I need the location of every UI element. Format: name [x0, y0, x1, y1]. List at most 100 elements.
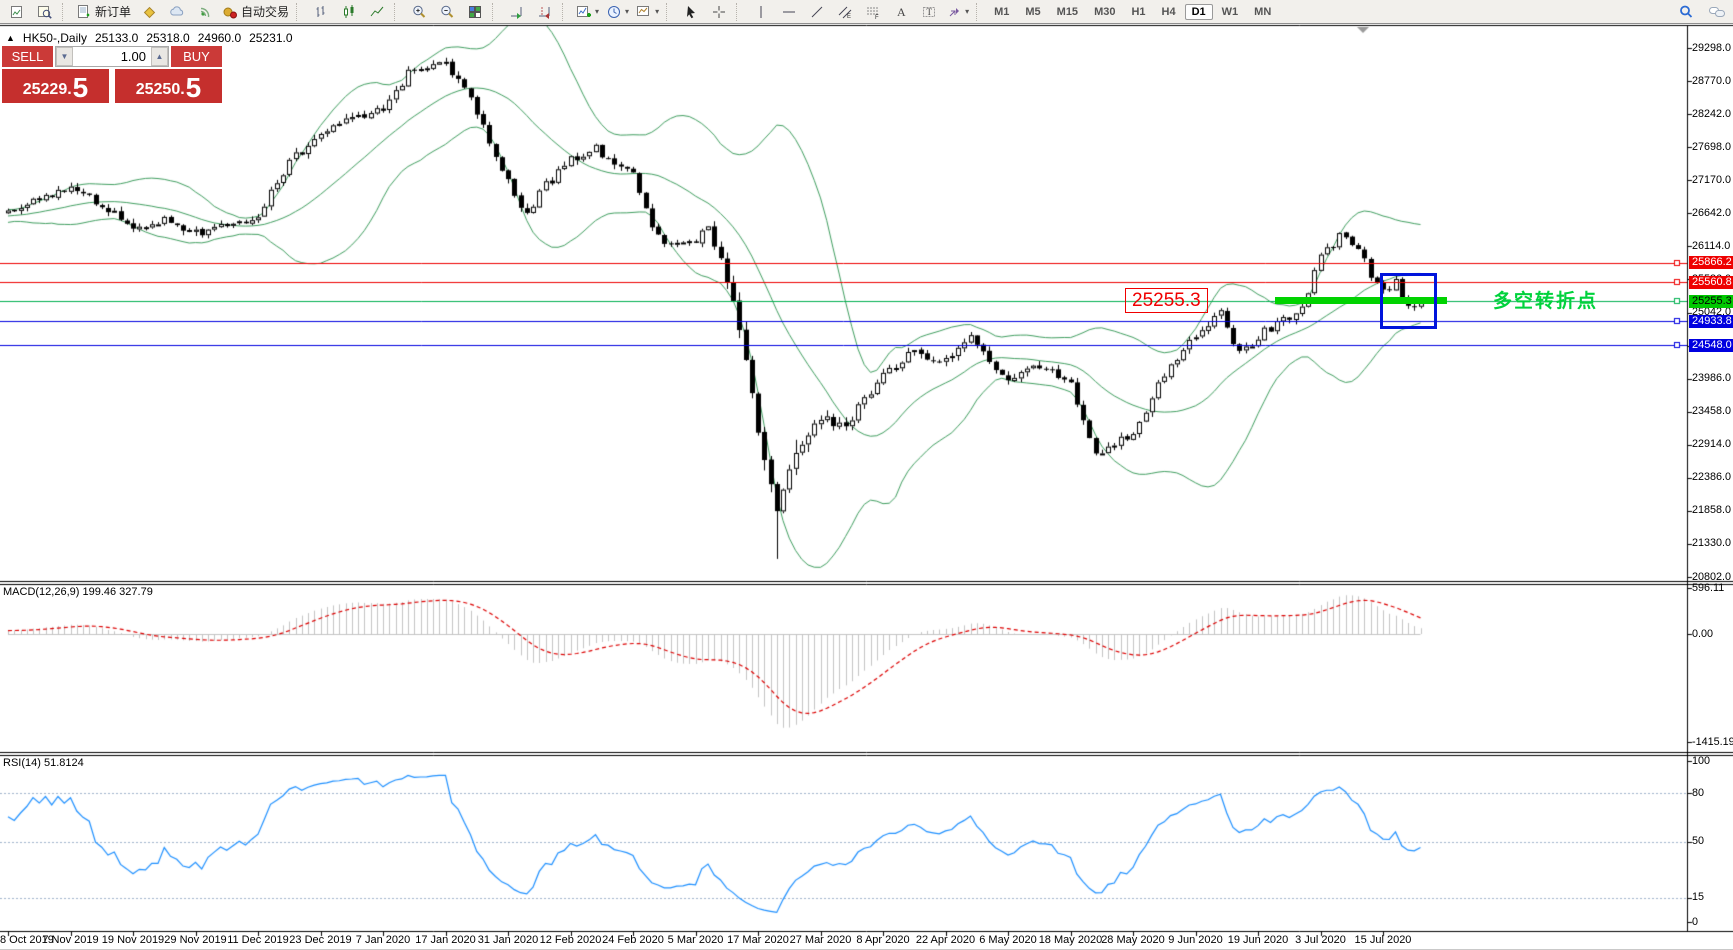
consolidation-box[interactable] [1379, 273, 1437, 329]
timeframe-m5[interactable]: M5 [1018, 4, 1047, 20]
chat-icon [1708, 6, 1725, 17]
fibonacci-button[interactable]: F [859, 1, 886, 23]
macd-axis-tick-label: 0.00 [1692, 627, 1714, 640]
volume-control: ▼ ▲ [55, 46, 169, 67]
new-chart-button[interactable] [3, 1, 30, 23]
tile-windows-button[interactable] [461, 1, 488, 23]
cursor-button[interactable] [677, 1, 704, 23]
one-click-trade-panel: SELL ▼ ▲ BUY 25229. 5 25250. 5 [2, 46, 222, 103]
indicators-icon [577, 5, 592, 17]
timeframe-m1[interactable]: M1 [987, 4, 1016, 20]
periods-button[interactable]: ▾ [603, 1, 632, 23]
timeframe-mn[interactable]: MN [1247, 4, 1278, 20]
sell-price[interactable]: 25229. 5 [2, 69, 109, 103]
trendline-icon [811, 6, 822, 17]
date-axis-label: 15 Jul 2020 [1354, 934, 1412, 946]
mt4-window: 新订单 自动交易 ▾ ▾ ▾ E F A T ▾ M1 M5 M15 M30 H… [0, 0, 1733, 950]
toolbar-right-group [1672, 1, 1730, 23]
new-order-label: 新订单 [95, 5, 132, 19]
cursor-icon [686, 5, 695, 18]
toolbar-separator [666, 2, 673, 21]
zoom-out-button[interactable] [433, 1, 460, 23]
symbol-pointer-icon: ▲ [6, 33, 15, 43]
price-axis-tick-label: 26642.0 [1692, 206, 1732, 219]
buy-button[interactable]: BUY [171, 46, 222, 67]
text-button[interactable]: A [887, 1, 914, 23]
toolbar-separator [394, 2, 401, 21]
candlestick-chart-icon [343, 4, 354, 18]
candlestick-chart-button[interactable] [335, 1, 362, 23]
data-window-icon [37, 5, 52, 19]
svg-text:T: T [926, 7, 932, 17]
price-axis-tick-label: 21858.0 [1692, 504, 1732, 517]
zoom-in-button[interactable] [405, 1, 432, 23]
toolbar-separator [492, 2, 499, 21]
bar-chart-button[interactable] [307, 1, 334, 23]
chart-shift-icon [538, 6, 550, 19]
toolbar-separator [296, 2, 303, 21]
arrows-button[interactable]: ▾ [943, 1, 972, 23]
fibonacci-icon: F [866, 7, 879, 20]
dropdown-caret: ▾ [595, 6, 600, 16]
price-callout-box[interactable]: 25255.3 [1125, 288, 1208, 313]
sell-price-pip: 5 [72, 72, 89, 103]
buy-price[interactable]: 25250. 5 [115, 69, 222, 103]
search-icon [1679, 5, 1692, 18]
volume-decrease-button[interactable]: ▼ [56, 47, 73, 66]
tile-windows-icon [468, 5, 481, 18]
templates-button[interactable]: ▾ [633, 1, 662, 23]
price-axis-tick-label: 23986.0 [1692, 372, 1732, 385]
line-chart-button[interactable] [363, 1, 390, 23]
price-axis-tick-label: 23458.0 [1692, 405, 1732, 418]
price-axis-tick-label: 27698.0 [1692, 140, 1732, 153]
timeframe-d1[interactable]: D1 [1184, 3, 1213, 20]
signals-button[interactable] [191, 1, 218, 23]
turning-point-text[interactable]: 多空转折点 [1493, 286, 1598, 313]
rsi-axis-tick-label: 100 [1692, 754, 1711, 767]
bar-chart-icon [316, 5, 325, 17]
autotrading-icon [223, 7, 238, 18]
trendline-button[interactable] [803, 1, 830, 23]
chart-area[interactable] [0, 0, 1733, 949]
macd-axis-tick-label: 596.11 [1692, 581, 1725, 594]
auto-scroll-button[interactable] [503, 1, 530, 23]
data-window-button[interactable] [31, 1, 58, 23]
cloud-icon [169, 5, 183, 15]
signals-icon [200, 7, 209, 17]
price-axis-tick-label: 28242.0 [1692, 107, 1732, 120]
horizontal-line-icon [782, 11, 795, 12]
cloud-button[interactable] [163, 1, 190, 23]
chart-shift-button[interactable] [531, 1, 558, 23]
vertical-line-button[interactable] [747, 1, 774, 23]
horizontal-line-button[interactable] [775, 1, 802, 23]
metaeditor-button[interactable] [135, 1, 162, 23]
price-axis-tick-label: 22386.0 [1692, 471, 1732, 484]
volume-input[interactable] [73, 47, 151, 66]
autotrading-button[interactable]: 自动交易 [219, 1, 292, 23]
volume-increase-button[interactable]: ▲ [151, 47, 168, 66]
buy-price-pip: 5 [185, 72, 202, 103]
crosshair-button[interactable] [705, 1, 732, 23]
timeframe-h4[interactable]: H4 [1155, 4, 1183, 20]
svg-text:F: F [875, 15, 879, 20]
channel-button[interactable]: E [831, 1, 858, 23]
search-button[interactable] [1672, 1, 1699, 23]
timeframe-h1[interactable]: H1 [1124, 4, 1152, 20]
ohlc-close: 25231.0 [249, 31, 293, 45]
clock-icon [608, 5, 621, 18]
price-line-tag: 25255.3 [1689, 294, 1733, 308]
price-axis-tick-label: 26114.0 [1692, 239, 1731, 252]
timeframe-m15[interactable]: M15 [1050, 4, 1085, 20]
toolbar-separator [976, 2, 983, 21]
new-order-button[interactable]: 新订单 [73, 1, 134, 23]
text-label-button[interactable]: T [915, 1, 942, 23]
svg-text:A: A [897, 5, 906, 19]
chat-button[interactable] [1703, 1, 1730, 23]
chart-title: ▲ HK50-,Daily 25133.0 25318.0 24960.0 25… [6, 31, 293, 45]
indicators-button[interactable]: ▾ [573, 1, 602, 23]
new-chart-icon [10, 5, 22, 18]
sell-button[interactable]: SELL [2, 46, 53, 67]
timeframe-m30[interactable]: M30 [1087, 4, 1122, 20]
timeframe-w1[interactable]: W1 [1215, 4, 1246, 20]
main-toolbar: 新订单 自动交易 ▾ ▾ ▾ E F A T ▾ M1 M5 M15 M30 H… [0, 0, 1733, 24]
